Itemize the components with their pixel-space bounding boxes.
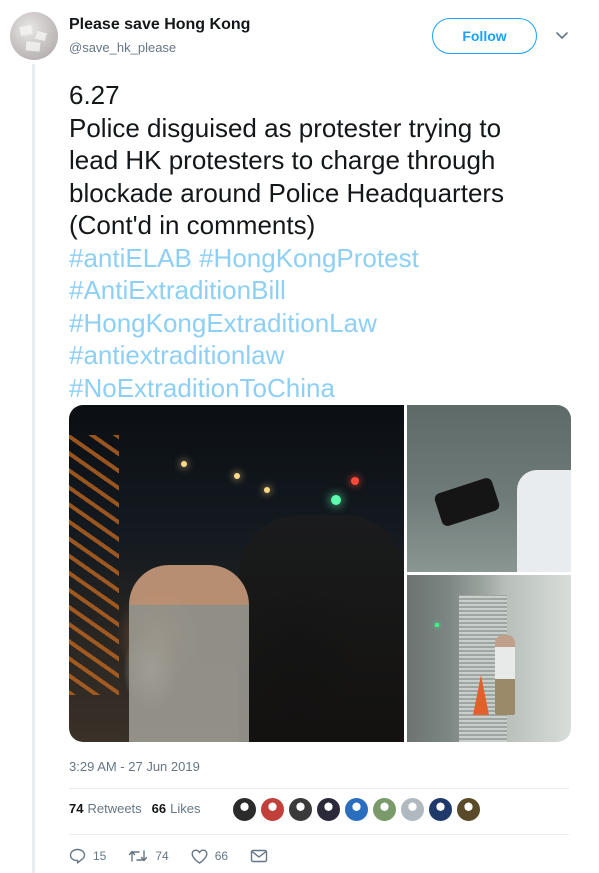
traffic-light-green	[331, 495, 341, 505]
person-figure	[495, 635, 515, 715]
tweet-line: 6.27	[69, 80, 120, 110]
liker-avatars	[232, 797, 481, 822]
tweet-line: lead HK protesters to charge through	[69, 145, 496, 175]
liker-avatar[interactable]	[400, 797, 425, 822]
protester-figure	[129, 565, 249, 742]
envelope-icon	[250, 849, 268, 863]
retweets-count: 74	[69, 801, 84, 816]
heart-icon	[191, 849, 208, 864]
hashtag-link[interactable]: #antiextraditionlaw	[69, 339, 569, 372]
traffic-cone	[473, 675, 489, 715]
liker-avatar[interactable]	[344, 797, 369, 822]
follow-button[interactable]: Follow	[432, 18, 537, 54]
camera-shape	[433, 476, 501, 528]
person-figure	[517, 470, 571, 572]
photo-protest-main[interactable]	[69, 405, 404, 742]
thread-line	[32, 64, 35, 873]
divider	[69, 788, 569, 789]
likes-count: 66	[151, 801, 167, 816]
tweet-actions: 15 74 66	[69, 848, 290, 864]
photo-corridor[interactable]	[407, 575, 571, 742]
indicator-light	[435, 623, 439, 627]
retweets-stat[interactable]: 74 Retweets	[69, 801, 142, 816]
hashtag-link[interactable]: #AntiExtraditionBill	[69, 274, 569, 307]
liker-avatar[interactable]	[456, 797, 481, 822]
reply-button[interactable]: 15	[69, 848, 106, 864]
author-handle[interactable]: @save_hk_please	[69, 40, 176, 55]
likes-stat[interactable]: 66 Likes	[152, 801, 201, 816]
crowd-figures	[239, 515, 404, 742]
fence-detail	[69, 435, 119, 695]
traffic-light-red	[351, 477, 359, 485]
hashtag-link[interactable]: #antiELAB #HongKongProtest	[69, 242, 569, 275]
street-light	[234, 473, 240, 479]
retweet-icon	[129, 850, 148, 862]
like-button[interactable]: 66	[191, 849, 228, 864]
tweet-line: (Cont'd in comments)	[69, 210, 316, 240]
retweet-button[interactable]: 74	[128, 849, 169, 863]
photo-camera-man[interactable]	[407, 405, 571, 572]
liker-avatar[interactable]	[428, 797, 453, 822]
liker-avatar[interactable]	[288, 797, 313, 822]
liker-avatar[interactable]	[260, 797, 285, 822]
liker-avatar[interactable]	[372, 797, 397, 822]
media-grid	[69, 405, 571, 742]
street-light	[181, 461, 187, 467]
like-count: 66	[214, 849, 229, 863]
hashtag-link[interactable]: #HongKongExtraditionLaw	[69, 307, 569, 340]
chevron-down-icon[interactable]	[555, 28, 569, 42]
author-display-name[interactable]: Please save Hong Kong	[69, 16, 250, 34]
likes-label: Likes	[170, 801, 201, 816]
hashtag-link[interactable]: #NoExtraditionToChina	[69, 372, 569, 405]
reply-icon	[69, 848, 86, 864]
divider	[69, 834, 569, 835]
liker-avatar[interactable]	[232, 797, 257, 822]
retweets-label: Retweets	[87, 801, 142, 816]
street-light	[264, 487, 270, 493]
liker-avatar[interactable]	[316, 797, 341, 822]
tweet-line: Police disguised as protester trying to	[69, 112, 502, 143]
retweet-count: 74	[155, 849, 169, 863]
engagement-stats: 74 Retweets 66 Likes	[69, 801, 201, 816]
direct-message-button[interactable]	[250, 849, 268, 863]
reply-count: 15	[93, 849, 107, 863]
tweet-line: blockade around Police Headquarters	[69, 177, 505, 208]
avatar[interactable]	[10, 12, 58, 60]
tweet-text: 6.27 Police disguised as protester tryin…	[69, 79, 569, 404]
tweet-timestamp[interactable]: 3:29 AM - 27 Jun 2019	[69, 759, 200, 774]
